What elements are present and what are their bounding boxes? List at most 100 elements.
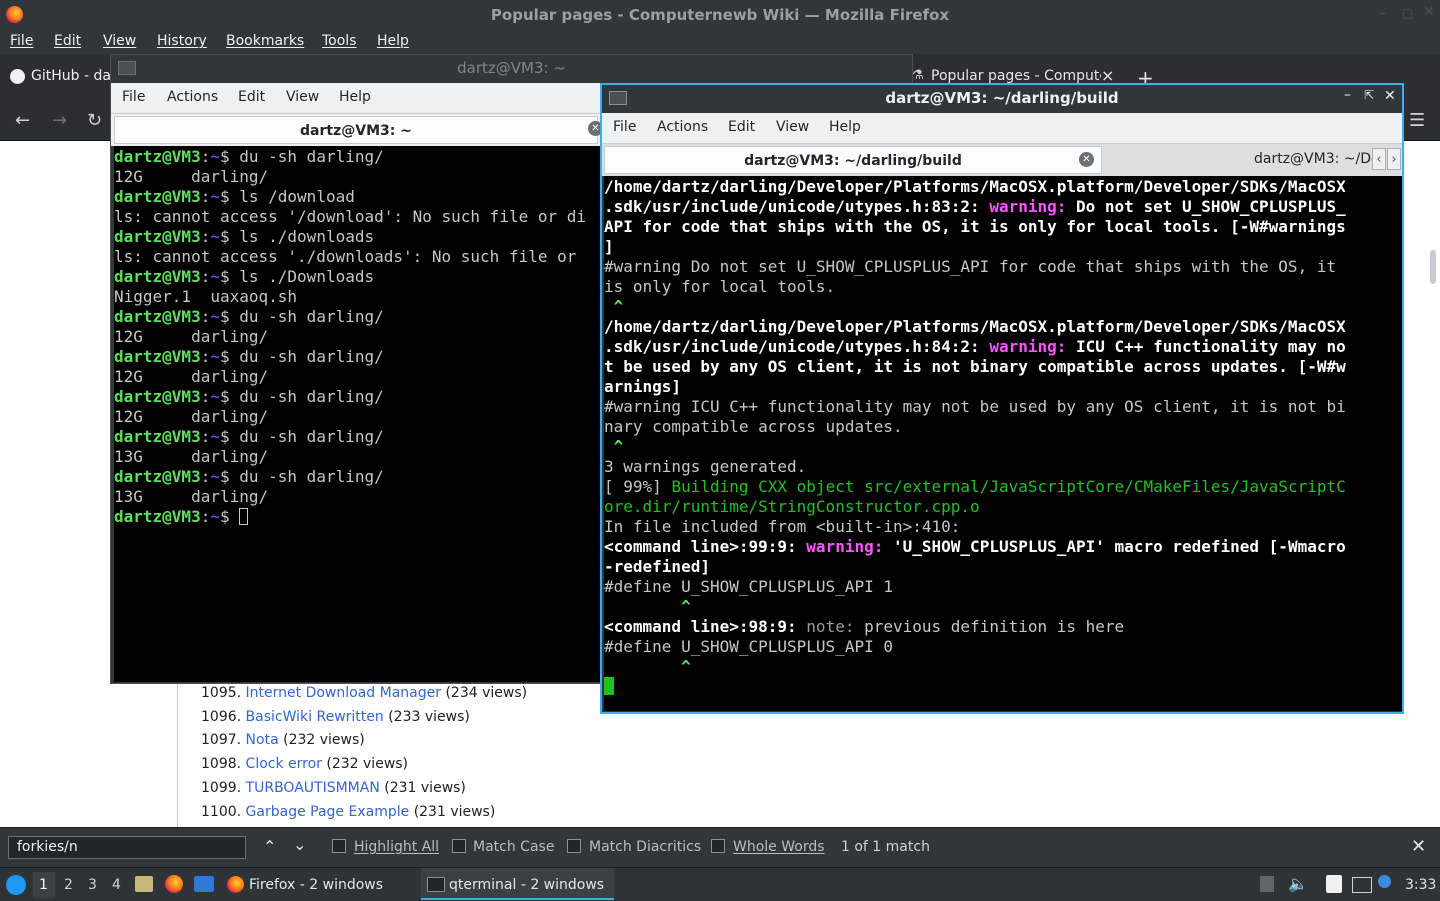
prompt-sep: : <box>200 347 211 366</box>
prompt-symbol: $ <box>219 387 240 406</box>
tab-home[interactable]: dartz@VM3: ~ <box>114 116 598 144</box>
desktop-3[interactable]: 3 <box>88 877 97 893</box>
match-case-checkbox[interactable] <box>452 839 466 853</box>
terminal-line: arnings] <box>604 377 1402 397</box>
network-icon[interactable] <box>1352 877 1372 893</box>
tab-label: dartz@VM3: ~ <box>300 123 412 139</box>
find-next-icon[interactable]: ⌄ <box>293 835 306 854</box>
close-icon[interactable]: ✕ <box>1423 4 1435 20</box>
match-diacritics-label[interactable]: Match Diacritics <box>589 839 701 855</box>
menu-tools[interactable]: Tools <box>322 33 357 49</box>
terminal-line: dartz@VM3:~$ du -sh darling/ <box>114 307 601 327</box>
window-title: dartz@VM3: ~ <box>457 59 566 77</box>
rank: 1096. <box>201 709 242 725</box>
menu-actions[interactable]: Actions <box>657 119 708 135</box>
terminal-line: Nigger.1 uaxaoq.sh <box>114 287 601 307</box>
whole-words-label[interactable]: Whole Words <box>733 839 825 855</box>
reload-icon[interactable]: ↻ <box>87 110 102 131</box>
prompt-sep: : <box>200 227 211 246</box>
tab-scroll-left-icon[interactable]: ‹ <box>1372 148 1386 170</box>
menu-bookmarks[interactable]: Bookmarks <box>226 33 304 49</box>
menu-edit[interactable]: Edit <box>238 89 265 105</box>
start-menu-icon[interactable] <box>6 875 26 895</box>
menu-file[interactable]: File <box>10 33 33 49</box>
output-text: /home/dartz/darling/Developer/Platforms/… <box>604 177 1346 196</box>
back-icon[interactable]: ← <box>15 110 30 131</box>
highlight-all-label[interactable]: Highlight All <box>354 839 439 855</box>
menu-help[interactable]: Help <box>829 119 861 135</box>
maximize-icon[interactable]: ▢ <box>1402 6 1413 20</box>
find-previous-icon[interactable]: ⌃ <box>263 837 276 856</box>
page-link[interactable]: TURBOAUTISMMAN <box>246 780 380 796</box>
tray-arrow-icon[interactable] <box>1260 876 1274 892</box>
output-text: ore.dir/runtime/StringConstructor.cpp.o <box>604 497 980 516</box>
prompt-sep: : <box>200 507 211 526</box>
find-input[interactable]: forkies/n <box>8 836 246 859</box>
terminal-line: ^ <box>604 437 1402 457</box>
prompt-sep: : <box>200 387 211 406</box>
terminal-tabbar: dartz@VM3: ~/darling/build ✕ dartz@VM3: … <box>602 143 1402 176</box>
page-link[interactable]: Clock error <box>246 756 322 772</box>
menu-help[interactable]: Help <box>377 33 409 49</box>
terminal-line: ls: cannot access '/download': No such f… <box>114 207 601 227</box>
menu-file[interactable]: File <box>613 119 636 135</box>
desktop-4[interactable]: 4 <box>112 877 121 893</box>
notification-icon[interactable] <box>1378 875 1391 888</box>
match-case-label[interactable]: Match Case <box>473 839 554 855</box>
show-desktop-icon[interactable] <box>194 876 214 892</box>
close-findbar-icon[interactable]: ✕ <box>1411 836 1426 857</box>
command-text: du -sh darling/ <box>239 427 384 446</box>
clipboard-icon[interactable] <box>1326 875 1342 893</box>
desktop-1[interactable]: 1 <box>39 877 48 893</box>
forward-icon[interactable]: → <box>52 110 67 131</box>
menu-view[interactable]: View <box>776 119 809 135</box>
minimize-icon[interactable]: – <box>1380 6 1386 20</box>
tab-github[interactable]: GitHub - dar <box>0 54 117 100</box>
file-manager-icon[interactable] <box>135 876 153 892</box>
menu-help[interactable]: Help <box>339 89 371 105</box>
page-link[interactable]: Garbage Page Example <box>246 804 410 820</box>
menu-file[interactable]: File <box>122 89 145 105</box>
terminal-line: ^ <box>604 597 1402 617</box>
highlight-all-checkbox[interactable] <box>332 839 346 853</box>
page-link[interactable]: Nota <box>246 732 279 748</box>
taskbar: 1 2 3 4 Firefox - 2 windows qterminal - … <box>0 867 1440 901</box>
close-tab-icon[interactable]: ✕ <box>1079 152 1094 167</box>
prompt-sep: : <box>200 187 211 206</box>
task-firefox[interactable]: Firefox - 2 windows <box>222 868 418 900</box>
terminal-output[interactable]: dartz@VM3:~$ du -sh darling/12G darling/… <box>114 146 601 682</box>
output-text: <command line>:98:9: <box>604 617 807 636</box>
terminal-line: dartz@VM3:~$ ls /download <box>114 187 601 207</box>
tab-darling-build[interactable]: dartz@VM3: ~/darling/build <box>604 146 1102 174</box>
whole-words-checkbox[interactable] <box>711 839 725 853</box>
page-link[interactable]: BasicWiki Rewritten <box>246 709 384 725</box>
tab-darling-other[interactable]: dartz@VM3: ~/Dc <box>1104 146 1374 174</box>
match-diacritics-checkbox[interactable] <box>567 839 581 853</box>
firefox-launcher-icon[interactable] <box>165 875 183 893</box>
menu-edit[interactable]: Edit <box>728 119 755 135</box>
prompt-path: ~ <box>210 307 220 326</box>
terminal-line: dartz@VM3:~$ du -sh darling/ <box>114 427 601 447</box>
minimize-icon[interactable]: – <box>1344 87 1351 103</box>
hamburger-menu-icon[interactable]: ☰ <box>1409 110 1425 131</box>
terminal-menubar: File Actions Edit View Help <box>111 83 601 113</box>
menu-history[interactable]: History <box>157 33 207 49</box>
menu-view[interactable]: View <box>286 89 319 105</box>
menu-edit[interactable]: Edit <box>54 33 81 49</box>
content-divider <box>177 680 178 827</box>
terminal-output[interactable]: /home/dartz/darling/Developer/Platforms/… <box>604 176 1402 711</box>
page-link[interactable]: Internet Download Manager <box>246 685 441 701</box>
terminal-line: .sdk/usr/include/unicode/utypes.h:84:2: … <box>604 337 1402 357</box>
prompt-path: ~ <box>210 347 220 366</box>
volume-icon[interactable]: 🔈 <box>1288 874 1308 893</box>
page-scrollbar[interactable] <box>1430 250 1436 284</box>
menu-actions[interactable]: Actions <box>167 89 218 105</box>
output-text: t be used by any OS client, it is not bi… <box>604 357 1346 376</box>
tab-scroll-right-icon[interactable]: › <box>1387 148 1401 170</box>
task-qterminal[interactable]: qterminal - 2 windows <box>421 868 614 900</box>
view-count: (232 views) <box>283 732 365 748</box>
desktop-2[interactable]: 2 <box>64 877 73 893</box>
menu-view[interactable]: View <box>103 33 136 49</box>
maximize-icon[interactable]: ⇱ <box>1364 88 1374 102</box>
close-icon[interactable]: ✕ <box>1384 88 1396 104</box>
